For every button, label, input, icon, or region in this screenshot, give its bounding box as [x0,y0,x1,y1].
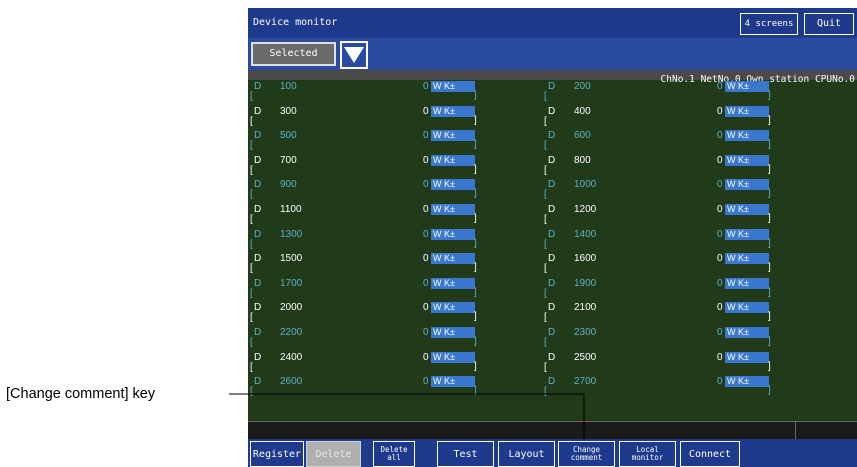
change-comment-callout-label: [Change comment] key [6,386,156,402]
